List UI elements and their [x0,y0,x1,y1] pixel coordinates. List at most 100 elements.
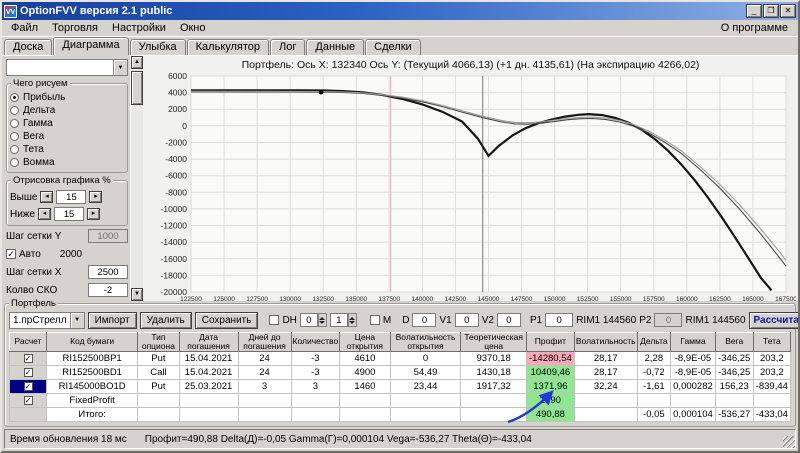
row-select-cell[interactable]: ✓ [10,379,47,393]
p2-input[interactable] [654,313,682,327]
chevron-down-icon[interactable]: ▼ [113,60,127,75]
draw-option-4[interactable]: Тета [10,143,124,156]
x-tick-label: 125000 [213,296,235,301]
m-checkbox[interactable]: М [370,315,391,326]
scrollbar-thumb[interactable] [131,71,143,105]
row-select-cell[interactable]: ✓ [10,351,47,365]
tab-1[interactable]: Диаграмма [53,37,128,55]
cell: 25.03.2021 [179,379,238,393]
save-button[interactable]: Сохранить [195,312,259,329]
row-checkbox[interactable]: ✓ [24,368,33,377]
minimize-button[interactable]: _ [746,4,762,18]
tab-3[interactable]: Калькулятор [187,39,269,55]
close-button[interactable]: ✕ [780,4,796,18]
x-tick-label: 157500 [643,296,665,301]
below-decrement-button[interactable]: ◂ [38,208,51,220]
column-header-8: Теоретическая цена [461,333,526,352]
cell: 0,000104 [671,407,716,421]
delete-button[interactable]: Удалить [140,312,192,329]
table-row[interactable]: ✓RI145000BO1DPut25.03.202133146023,44191… [10,379,791,393]
row-select-cell[interactable] [10,407,47,421]
row-checkbox[interactable]: ✓ [24,354,33,363]
x-tick-label: 132500 [312,296,334,301]
sidebar-scrollbar[interactable]: ▲ ▼ [130,56,143,301]
maximize-button[interactable]: ❐ [763,4,779,18]
profit-chart[interactable]: 6000400020000-2000-4000-6000-8000-10000-… [143,72,796,301]
table-row[interactable]: Итого:490,88-0,050,000104-536,27-433,04 [10,407,791,421]
spinner-arrows-icon[interactable] [348,313,357,327]
scroll-down-icon[interactable]: ▼ [131,288,143,301]
row-checkbox[interactable]: ✓ [24,382,33,391]
grid-step-x-input[interactable] [88,265,128,279]
radio-label: Тета [23,144,44,155]
p1-input[interactable] [545,313,573,327]
sko-count-input[interactable] [88,283,128,297]
top-combo[interactable]: ▼ [6,59,128,76]
v2-input[interactable] [497,313,521,327]
tab-2[interactable]: Улыбка [130,39,186,55]
auto-checkbox[interactable]: Авто [6,249,41,260]
auto-checkbox-box [6,249,16,259]
tab-4[interactable]: Лог [270,39,305,55]
above-value-input[interactable] [56,190,86,204]
portfolio-combo-value: 1.прСтрелл [10,315,70,326]
dh-spinner-2-input[interactable] [330,313,348,327]
draw-option-5[interactable]: Вомма [10,156,124,169]
radio-icon [10,93,19,102]
above-increment-button[interactable]: ▸ [89,191,102,203]
cell [715,393,753,407]
grid-step-y-input[interactable] [88,229,128,243]
tab-5[interactable]: Данные [306,39,364,55]
cell: -839,44 [753,379,790,393]
calc-margin-button[interactable]: Рассчитать ГО [749,312,800,329]
portfolio-combo[interactable]: 1.прСтрелл ▼ [9,312,85,329]
below-label: Ниже [10,209,35,220]
tab-0[interactable]: Доска [4,39,52,55]
cell [671,393,716,407]
draw-option-1[interactable]: Дельта [10,104,124,117]
spinner-arrows-icon[interactable] [318,313,327,327]
scrollbar-track[interactable] [131,69,143,288]
render-group-title: Отрисовка графика % [11,175,113,186]
chevron-down-icon[interactable]: ▼ [70,313,84,328]
dh-spinner-1[interactable] [300,313,327,327]
draw-option-0[interactable]: Прибыль [10,91,124,104]
menu-item-1[interactable]: Торговля [45,21,105,35]
y-tick-label: -6000 [165,170,187,180]
x-tick-label: 130000 [279,296,301,301]
d-input[interactable] [412,313,436,327]
menu-item-2[interactable]: Настройки [105,21,173,35]
cell: -346,25 [715,351,753,365]
dh-checkbox[interactable]: DH [269,315,296,326]
menu-item-3[interactable]: Окно [173,21,213,35]
menu-about[interactable]: О программе [713,21,796,35]
row-select-cell[interactable]: ✓ [10,365,47,379]
cell: 1430,18 [461,365,526,379]
dh-spinner-1-input[interactable] [300,313,318,327]
row-select-cell[interactable]: ✓ [10,393,47,407]
below-increment-button[interactable]: ▸ [87,208,100,220]
resize-grip[interactable] [783,436,795,448]
row-checkbox[interactable]: ✓ [24,396,33,405]
menu-item-0[interactable]: Файл [4,21,45,35]
draw-option-2[interactable]: Гамма [10,117,124,130]
v1-input[interactable] [455,313,479,327]
table-row[interactable]: ✓FixedProfit2990 [10,393,791,407]
cell [179,393,238,407]
import-button[interactable]: Импорт [88,312,137,329]
scroll-up-icon[interactable]: ▲ [131,56,143,69]
dh-spinner-2[interactable] [330,313,357,327]
below-value-input[interactable] [54,207,84,221]
cell: 1371,96 [526,379,574,393]
cell: 2990 [526,393,574,407]
tab-6[interactable]: Сделки [365,39,421,55]
table-row[interactable]: ✓RI152500BP1Put15.04.202124-3461009370,1… [10,351,791,365]
cell: 3 [238,379,291,393]
cell: -14280,54 [526,351,574,365]
above-decrement-button[interactable]: ◂ [40,191,53,203]
status-update-time: Время обновления 18 мс [10,434,127,445]
cell: 156,23 [715,379,753,393]
table-row[interactable]: ✓RI152500BD1Call15.04.202124-3490054,491… [10,365,791,379]
draw-option-3[interactable]: Вега [10,130,124,143]
draw-group-title: Чего рисуем [11,78,70,89]
